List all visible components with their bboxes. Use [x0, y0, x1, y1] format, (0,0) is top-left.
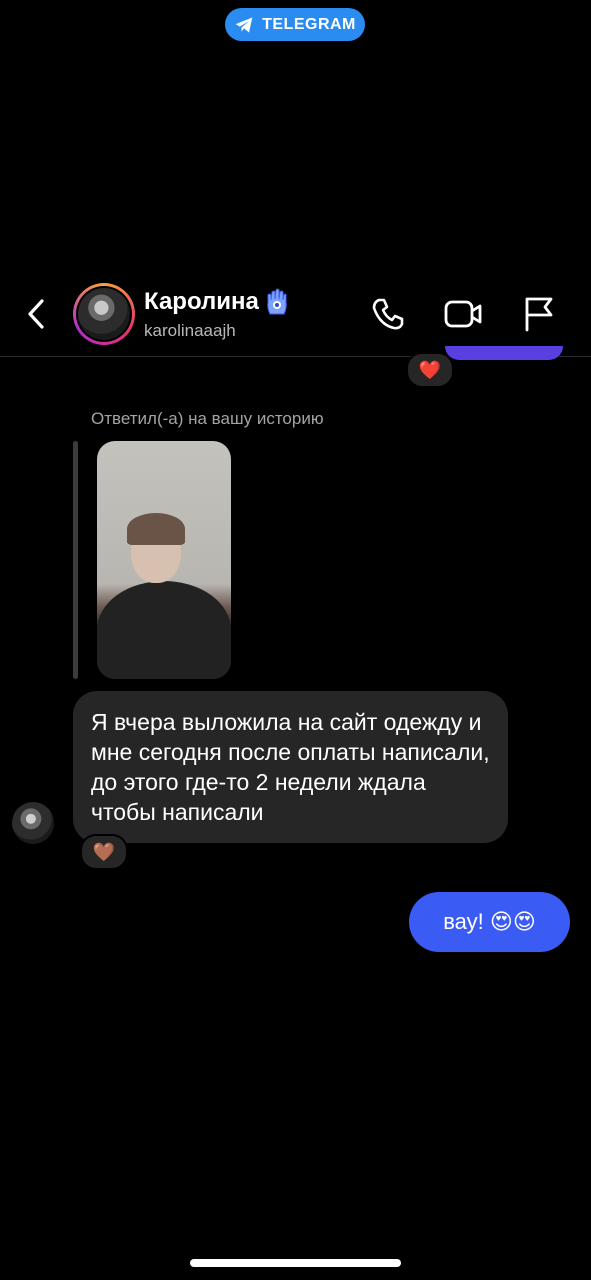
call-button[interactable]: [368, 294, 408, 334]
story-reply-note: Ответил(-а) на вашу историю: [91, 409, 324, 428]
chevron-left-icon: [28, 299, 44, 329]
hamsa-icon: [267, 288, 287, 315]
contact-name[interactable]: Каролина: [144, 288, 291, 316]
back-button[interactable]: [18, 294, 54, 334]
contact-avatar[interactable]: [73, 283, 135, 345]
incoming-message-text: Я вчера выложила на сайт одежду и мне се…: [91, 709, 490, 825]
phone-icon: [372, 298, 404, 330]
sender-avatar[interactable]: [12, 802, 54, 844]
report-button[interactable]: [518, 294, 558, 334]
flag-icon: [525, 297, 553, 332]
telegram-badge: TELEGRAM: [225, 8, 365, 41]
video-call-button[interactable]: [443, 294, 483, 334]
contact-handle: karolinaaajh: [144, 321, 236, 340]
video-camera-icon: [444, 300, 482, 328]
contact-name-text: Каролина: [144, 288, 259, 315]
home-indicator[interactable]: [190, 1259, 401, 1267]
outgoing-message-bubble[interactable]: вау! 😍😍: [409, 892, 570, 952]
telegram-icon: [235, 17, 253, 32]
telegram-label: TELEGRAM: [262, 15, 356, 33]
avatar-photo: [78, 288, 130, 340]
brown-heart-reaction[interactable]: 🤎: [80, 834, 128, 870]
heart-reaction[interactable]: ❤️: [406, 352, 454, 388]
story-thumbnail[interactable]: [97, 441, 231, 679]
screen: TELEGRAM Каролина karolinaaajh ❤️ Ответи…: [0, 0, 591, 1280]
reply-indicator-bar: [73, 441, 78, 679]
previous-outgoing-bubble: [445, 346, 563, 360]
incoming-message-bubble[interactable]: Я вчера выложила на сайт одежду и мне се…: [73, 691, 508, 843]
outgoing-message-text: вау! 😍😍: [443, 909, 536, 934]
